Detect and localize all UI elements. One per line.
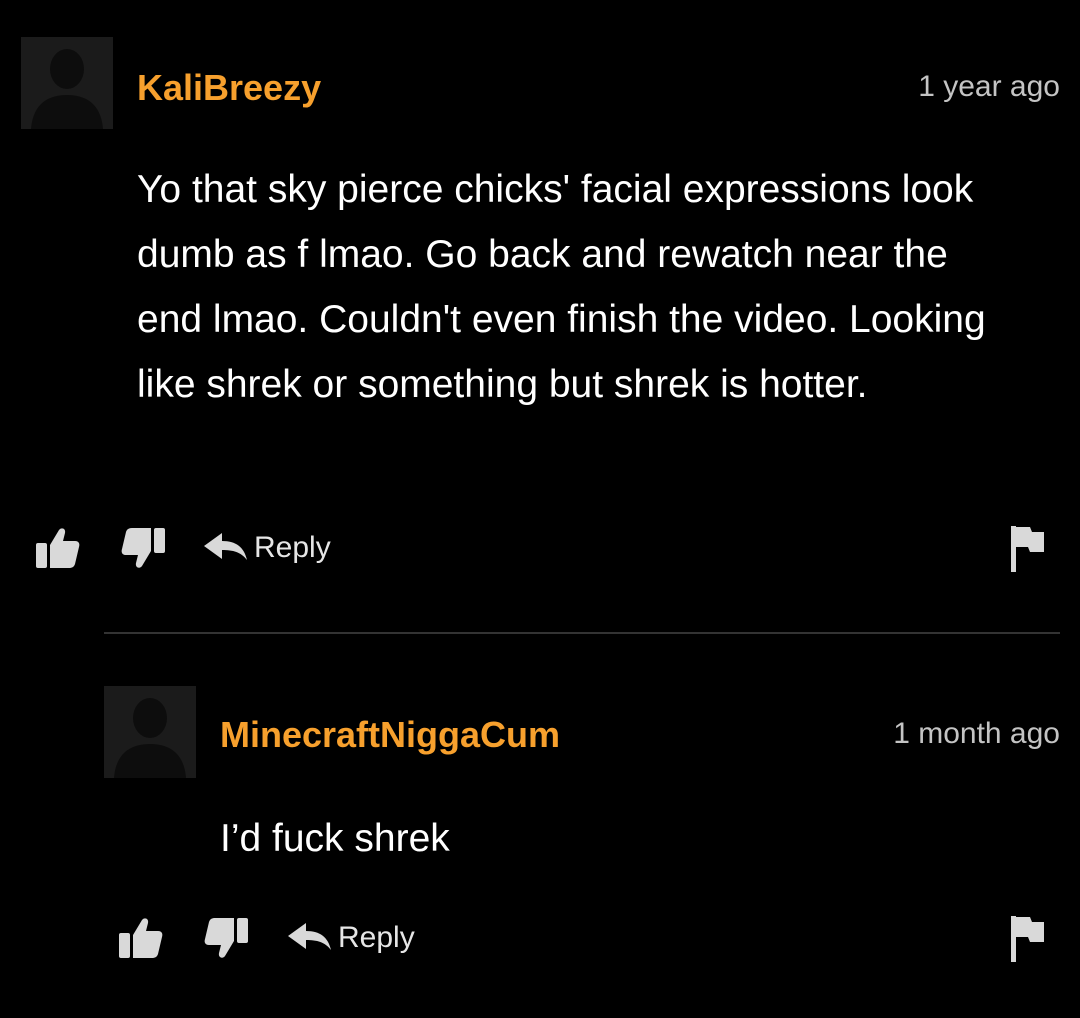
reply-arrow-icon — [286, 921, 332, 956]
thumbs-up-icon[interactable] — [118, 916, 164, 960]
thumbs-down-icon[interactable] — [120, 526, 166, 570]
reply-label: Reply — [254, 531, 331, 564]
comment-timestamp: 1 year ago — [918, 70, 1060, 103]
reply-label: Reply — [338, 921, 415, 954]
comment-divider — [104, 632, 1060, 634]
reply-button[interactable]: Reply — [202, 518, 331, 578]
avatar-silhouette-icon — [104, 686, 196, 778]
comment-username[interactable]: KaliBreezy — [137, 68, 321, 108]
comment-text: I’d fuck shrek — [220, 817, 450, 860]
flag-icon[interactable] — [1010, 524, 1046, 574]
comment-actions: Reply — [0, 518, 1080, 578]
comment-timestamp: 1 month ago — [893, 717, 1060, 750]
comment-reply: MinecraftNiggaCum 1 month ago I’d fuck s… — [0, 660, 1080, 1018]
comment-text: Yo that sky pierce chicks' facial expres… — [137, 168, 986, 406]
thumbs-up-icon[interactable] — [35, 526, 81, 570]
reply-button[interactable]: Reply — [286, 908, 415, 968]
user-avatar[interactable] — [104, 686, 196, 778]
comment: KaliBreezy 1 year ago Yo that sky pierce… — [0, 0, 1080, 600]
thumbs-down-icon[interactable] — [203, 916, 249, 960]
flag-icon[interactable] — [1010, 914, 1046, 964]
comment-actions: Reply — [0, 908, 1080, 968]
user-avatar[interactable] — [21, 37, 113, 129]
avatar-silhouette-icon — [21, 37, 113, 129]
reply-arrow-icon — [202, 531, 248, 566]
comment-username[interactable]: MinecraftNiggaCum — [220, 715, 560, 755]
